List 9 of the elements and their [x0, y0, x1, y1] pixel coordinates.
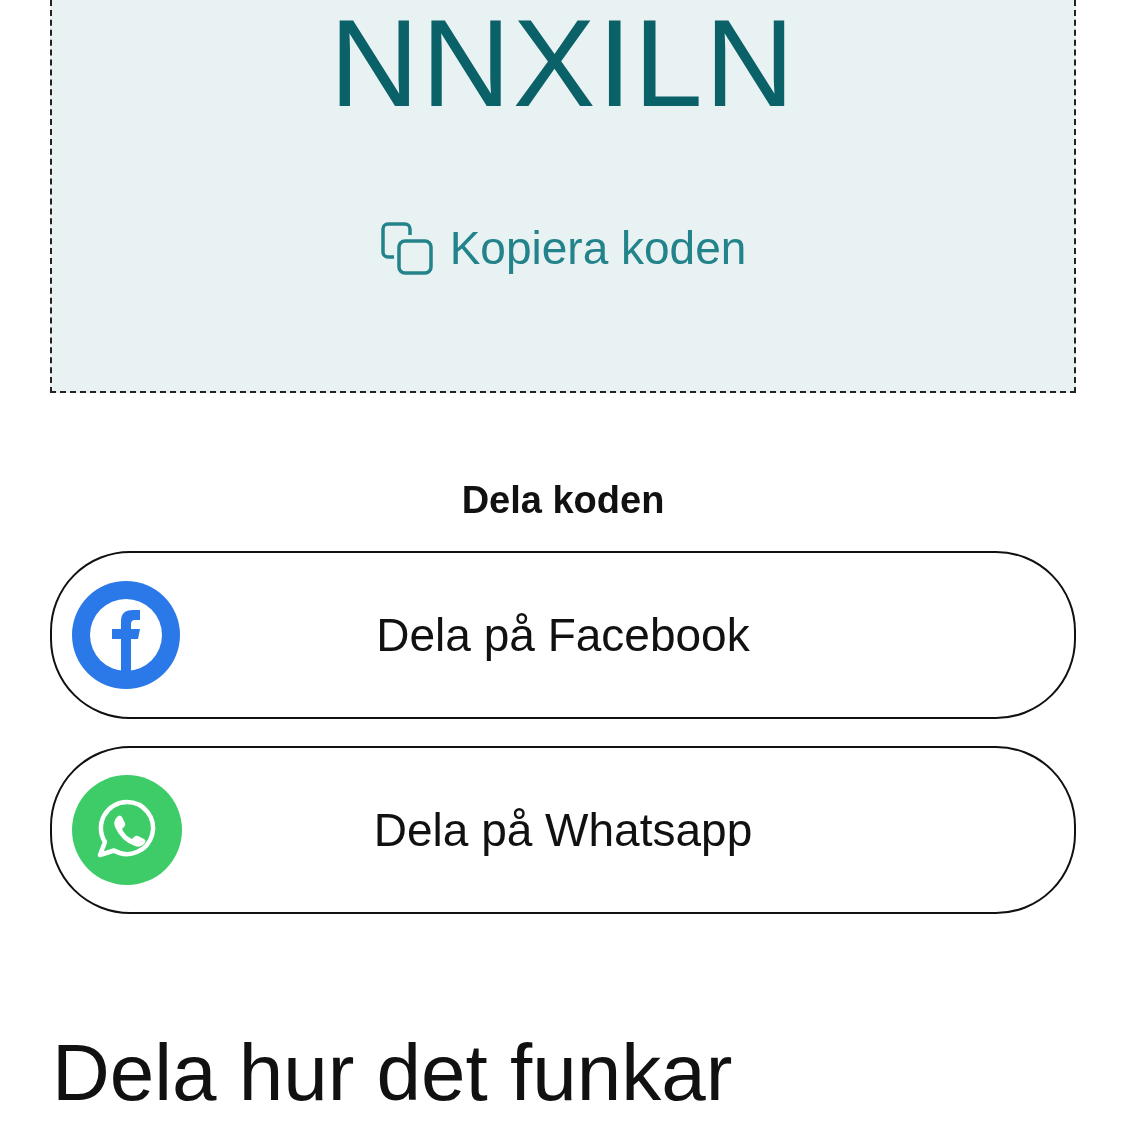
copy-icon	[379, 221, 434, 275]
share-title: Dela koden	[461, 481, 665, 519]
share-button[interactable]: Dela på Whatsapp	[50, 746, 1076, 914]
share-button[interactable]: Dela på Facebook	[50, 551, 1076, 719]
coupon-code: NNXILN	[329, 1, 797, 125]
section-heading: Dela hur det funkar	[52, 1033, 733, 1113]
copy-code-button[interactable]: Kopiera koden	[379, 221, 747, 275]
whatsapp-logo-icon	[72, 775, 182, 885]
facebook-logo-icon	[72, 581, 180, 689]
